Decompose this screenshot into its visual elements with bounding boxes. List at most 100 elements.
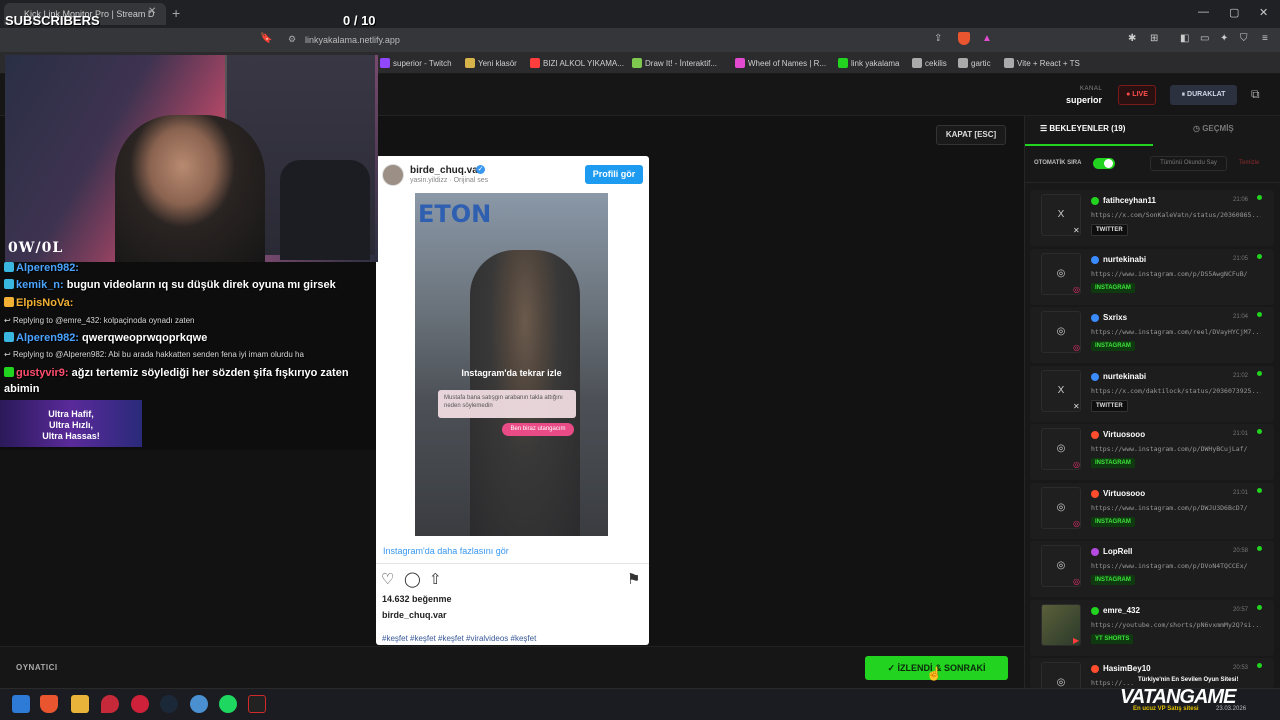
channel-name: superior [1066,95,1103,105]
queue-url[interactable]: https://www.instagram.com/p/DVoN4TQCCEx/ [1091,562,1261,570]
queue-username[interactable]: nurtekinabi [1103,372,1146,381]
queue-url[interactable]: https://www.instagram.com/p/DWJU3D6BcD7/ [1091,504,1261,512]
subscribers-count: 0 / 10 [343,13,376,28]
user-color-dot [1091,314,1099,322]
status-dot [1257,488,1262,493]
pause-button[interactable]: ⏸ DURAKLAT [1170,85,1237,105]
bookmark-item[interactable]: gartic [958,58,991,68]
ig-subline: yasin.yildizz · Orijinal ses [410,177,489,184]
tab-search-icon[interactable]: ⊞ [1150,33,1158,44]
share-icon[interactable]: ⇪ [934,33,942,44]
wallet-icon[interactable]: ▭ [1200,33,1209,44]
rewatch-link[interactable]: Instagram'da tekrar izle [415,368,608,378]
ig-caption-user[interactable]: birde_chuq.var [382,610,447,620]
view-profile-button[interactable]: Profili gör [585,165,643,184]
menu-icon[interactable]: ≡ [1262,33,1268,44]
queue-time: 21:04 [1233,314,1249,320]
vpn-icon[interactable]: ⛉ [1240,33,1248,44]
like-icon[interactable]: ♡ [381,570,394,588]
bookmark-item[interactable]: Wheel of Names | R... [735,58,826,68]
windows-start-icon[interactable] [12,695,30,713]
popout-icon[interactable]: ⧉ [1251,87,1260,102]
queue-username[interactable]: Sxrixs [1103,313,1127,322]
share-icon[interactable]: ⇧ [429,570,442,588]
chat-message-continued: abimin [4,383,40,395]
save-icon[interactable]: ⚑ [627,570,640,588]
window-close-icon[interactable]: ✕ [1259,6,1268,19]
queue-url[interactable]: https://www.instagram.com/reel/DVayHYCjM… [1091,328,1261,336]
queue-username[interactable]: Virtuosooo [1103,489,1145,498]
chat-username[interactable]: kemik_n: [16,279,64,291]
user-color-dot [1091,607,1099,615]
leo-icon[interactable]: ✦ [1220,33,1228,44]
toggle-knob [1104,159,1113,168]
chat-username[interactable]: gustyvir9: [16,367,69,379]
queue-time: 21:06 [1233,197,1249,203]
site-info-icon[interactable]: ⚙ [288,34,296,45]
chat-username[interactable]: ElpisNoVa: [16,297,73,309]
queue-username[interactable]: Virtuosooo [1103,430,1145,439]
bookmark-item[interactable]: cekilis [912,58,947,68]
minimize-icon[interactable]: — [1198,6,1209,18]
bookmark-item[interactable]: link yakalama [838,58,899,68]
brave-browser-icon[interactable] [40,695,58,713]
comment-icon[interactable]: ◯ [404,570,421,588]
ig-hashtags[interactable]: #keşfet #keşfet #keşfet #viralvideos #ke… [382,634,536,643]
user-color-dot [1091,197,1099,205]
x-icon: ✕ [1073,402,1080,411]
mouse-cursor-icon: ☝ [926,666,943,681]
live-button[interactable]: ● LIVE [1118,85,1156,105]
queue-url[interactable]: https://x.com/daktilock/status/203607392… [1091,387,1261,395]
app-icon[interactable] [190,695,208,713]
bookmark-item[interactable]: Draw It! - İnteraktif... [632,58,717,68]
bookmark-label: Vite + React + TS [1017,59,1080,68]
clear-button[interactable]: Temizle [1239,160,1259,166]
chat-username[interactable]: Alperen982: [16,262,79,274]
status-dot [1257,429,1262,434]
close-icon[interactable]: ✕ [148,6,156,17]
bookmark-favicon-icon [632,58,642,68]
queue-username[interactable]: fatihceyhan11 [1103,196,1156,205]
steam-icon[interactable] [160,695,178,713]
queue-url[interactable]: https://www.instagram.com/p/DS5AwgNCFuB/ [1091,270,1261,278]
file-explorer-icon[interactable] [71,695,89,713]
url-field[interactable]: linkyakalama.netlify.app [305,35,400,45]
bookmark-item[interactable]: BIZI ALKOL YIKAMA... [530,58,624,68]
bookmark-item[interactable]: Yeni klasör [465,58,517,68]
brave-shield-icon[interactable] [958,32,970,45]
ig-avatar[interactable] [382,164,404,186]
queue-username[interactable]: emre_432 [1103,606,1140,615]
chat-message: Alperen982: qwerqweoprwqoprkqwe [4,332,207,344]
riot-client-icon[interactable] [101,695,119,713]
tab-waiting[interactable]: ☰ BEKLEYENLER (19) [1040,124,1125,133]
video-message-bubble: Mustafa bana satışgın arabanın takla att… [438,390,576,418]
chat-message: ElpisNoVa: [4,297,73,309]
close-player-button[interactable]: KAPAT [ESC] [936,125,1006,145]
queue-url[interactable]: https://x.com/SonKaleVatn/status/2036086… [1091,211,1261,219]
queue-username[interactable]: LopRell [1103,547,1132,556]
app-icon[interactable] [131,695,149,713]
spotify-icon[interactable] [219,695,237,713]
ig-username[interactable]: birde_chuq.var [410,165,482,176]
bookmark-label: BIZI ALKOL YIKAMA... [543,59,624,68]
queue-url[interactable]: https://www.instagram.com/p/DWHyBCujLaf/ [1091,445,1261,453]
ad-line: Ultra Hassas! [42,431,100,441]
app-icon[interactable] [248,695,266,713]
queue-url[interactable]: https://youtube.com/shorts/pN6vxmmMy2Q?s… [1091,621,1261,629]
sidebar-icon[interactable]: ◧ [1180,33,1189,44]
chat-username[interactable]: Alperen982: [16,332,79,344]
extensions-icon[interactable]: ✱ [1128,33,1136,44]
bookmark-icon[interactable]: 🔖 [260,33,272,44]
queue-username[interactable]: HasimBey10 [1103,664,1151,673]
platform-badge: TWITTER [1091,224,1128,236]
rewards-icon[interactable]: ▲ [982,33,992,44]
mark-all-read-button[interactable]: Tümünü Okundu Say [1150,156,1227,171]
bookmark-item[interactable]: superior - Twitch [380,58,452,68]
new-tab-icon[interactable]: + [172,5,180,21]
tab-history[interactable]: ◷ GEÇMİŞ [1193,124,1234,133]
queue-username[interactable]: nurtekinabi [1103,255,1146,264]
maximize-icon[interactable]: ▢ [1229,6,1239,19]
bookmark-favicon-icon [958,58,968,68]
ig-more-link[interactable]: Instagram'da daha fazlasını gör [383,546,509,556]
bookmark-item[interactable]: Vite + React + TS [1004,58,1080,68]
